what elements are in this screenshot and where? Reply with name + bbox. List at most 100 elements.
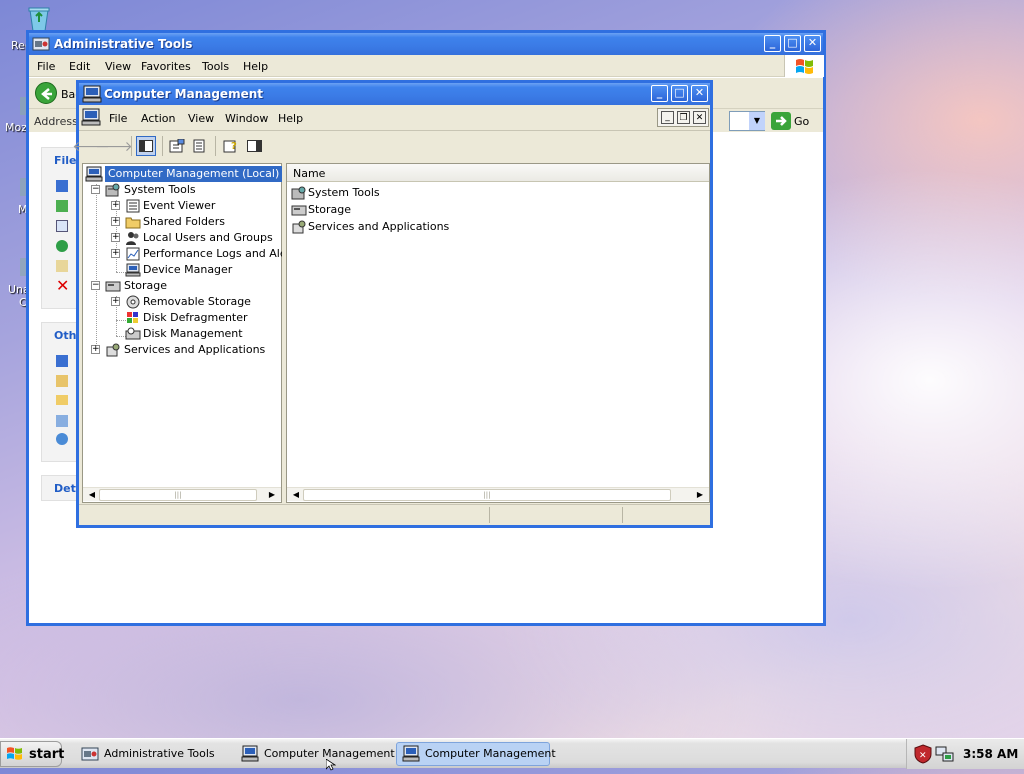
expand-toggle[interactable]: + bbox=[111, 201, 120, 210]
panel-heading[interactable]: File bbox=[54, 154, 77, 167]
tree-item-label[interactable]: Disk Management bbox=[143, 326, 243, 342]
recycle-bin-icon[interactable] bbox=[26, 4, 52, 32]
expand-toggle[interactable]: + bbox=[111, 297, 120, 306]
close-button[interactable]: ✕ bbox=[691, 85, 708, 102]
column-header-name[interactable]: Name bbox=[287, 164, 709, 182]
task-icon[interactable] bbox=[56, 180, 68, 192]
expand-toggle[interactable]: + bbox=[111, 233, 120, 242]
scroll-left-icon[interactable]: ◀ bbox=[86, 489, 98, 501]
tree-item-label[interactable]: Services and Applications bbox=[124, 342, 265, 358]
title-bar[interactable]: Administrative Tools _ □ ✕ bbox=[29, 33, 823, 55]
expand-toggle[interactable]: + bbox=[111, 217, 120, 226]
place-icon[interactable] bbox=[56, 355, 68, 367]
menu-window[interactable]: Window bbox=[225, 112, 268, 125]
forward-arrow-icon[interactable]: 🡒 bbox=[95, 136, 133, 156]
tree-item-label[interactable]: Performance Logs and Alerts bbox=[143, 246, 301, 262]
tree-item-label[interactable]: Shared Folders bbox=[143, 214, 225, 230]
scroll-right-icon[interactable]: ▶ bbox=[266, 489, 278, 501]
scroll-right-icon[interactable]: ▶ bbox=[694, 489, 706, 501]
minimize-button[interactable]: _ bbox=[764, 35, 781, 52]
task-icon[interactable] bbox=[56, 240, 68, 252]
taskbar-button-label: Computer Management bbox=[425, 747, 556, 760]
mmc-doc-icon[interactable] bbox=[81, 108, 101, 129]
folder-icon[interactable] bbox=[56, 395, 68, 405]
close-button[interactable]: ✕ bbox=[804, 35, 821, 52]
results-pane: Name System Tools Storage Services and A… bbox=[286, 163, 710, 503]
list-horizontal-scrollbar[interactable]: ◀ ||| ▶ bbox=[287, 487, 709, 501]
menu-file[interactable]: File bbox=[37, 60, 55, 73]
tree-item-label[interactable]: Disk Defragmenter bbox=[143, 310, 248, 326]
status-divider bbox=[622, 507, 623, 523]
tree-item-label[interactable]: Removable Storage bbox=[143, 294, 251, 310]
help-icon[interactable]: ? bbox=[221, 136, 241, 156]
go-button-label[interactable]: Go bbox=[794, 115, 809, 128]
scrollbar-thumb[interactable]: ||| bbox=[303, 489, 671, 501]
panel-heading[interactable]: Oth bbox=[54, 329, 76, 342]
tree-item-label[interactable]: Device Manager bbox=[143, 262, 232, 278]
security-shield-icon[interactable]: ✕ bbox=[913, 744, 933, 767]
menu-help[interactable]: Help bbox=[278, 112, 303, 125]
taskbar-button-label: Administrative Tools bbox=[104, 747, 215, 760]
system-tray: ✕ 3:58 AM bbox=[906, 739, 1024, 769]
scroll-left-icon[interactable]: ◀ bbox=[290, 489, 302, 501]
menu-tools[interactable]: Tools bbox=[202, 60, 229, 73]
tree-item-label[interactable]: Local Users and Groups bbox=[143, 230, 273, 246]
services-applications-icon bbox=[291, 219, 307, 240]
list-item-label[interactable]: Storage bbox=[308, 202, 351, 218]
mdi-restore-button[interactable]: ❐ bbox=[677, 111, 690, 124]
taskbar-button-computer-management-active[interactable]: Computer Management bbox=[396, 742, 556, 766]
delete-icon[interactable]: ✕ bbox=[56, 276, 69, 295]
taskbar-button-computer-management[interactable]: Computer Management bbox=[236, 742, 395, 766]
panel-heading[interactable]: Det bbox=[54, 482, 76, 495]
show-hide-action-pane-icon[interactable] bbox=[245, 136, 265, 156]
toolbar-separator bbox=[162, 136, 163, 156]
collapse-toggle[interactable]: − bbox=[91, 185, 100, 194]
network-icon[interactable] bbox=[56, 433, 68, 445]
tree-item-label[interactable]: Event Viewer bbox=[143, 198, 215, 214]
place-icon[interactable] bbox=[56, 375, 68, 387]
clock[interactable]: 3:58 AM bbox=[963, 747, 1018, 761]
expand-toggle[interactable]: + bbox=[111, 249, 120, 258]
task-icon[interactable] bbox=[56, 200, 68, 212]
maximize-button[interactable]: □ bbox=[671, 85, 688, 102]
task-icon[interactable] bbox=[56, 260, 68, 272]
go-arrow-icon[interactable] bbox=[771, 112, 791, 130]
tree-item-label[interactable]: Computer Management (Local) bbox=[105, 166, 283, 182]
collapse-toggle[interactable]: − bbox=[91, 281, 100, 290]
scrollbar-thumb[interactable]: ||| bbox=[99, 489, 257, 501]
show-hide-tree-icon[interactable] bbox=[136, 136, 156, 156]
place-icon[interactable] bbox=[56, 415, 68, 427]
toolbar-separator bbox=[215, 136, 216, 156]
menu-file[interactable]: File bbox=[109, 112, 127, 125]
taskbar-button-administrative-tools[interactable]: Administrative Tools bbox=[76, 742, 226, 766]
mdi-minimize-button[interactable]: _ bbox=[661, 111, 674, 124]
start-button[interactable]: start bbox=[0, 741, 64, 767]
back-icon[interactable] bbox=[35, 82, 57, 104]
menu-favorites[interactable]: Favorites bbox=[141, 60, 191, 73]
list-item-label[interactable]: System Tools bbox=[308, 185, 380, 201]
address-dropdown-button[interactable]: ▼ bbox=[749, 112, 765, 130]
window-title: Computer Management bbox=[104, 87, 263, 101]
properties-icon[interactable] bbox=[167, 136, 187, 156]
expand-toggle[interactable]: + bbox=[91, 345, 100, 354]
tree-horizontal-scrollbar[interactable]: ◀ ||| ▶ bbox=[83, 487, 281, 501]
menu-edit[interactable]: Edit bbox=[69, 60, 90, 73]
svg-text:?: ? bbox=[231, 141, 237, 152]
network-connection-icon[interactable] bbox=[935, 744, 955, 767]
mouse-cursor-icon bbox=[325, 758, 337, 774]
menu-action[interactable]: Action bbox=[141, 112, 175, 125]
tree-item-label[interactable]: System Tools bbox=[124, 182, 196, 198]
menu-view[interactable]: View bbox=[188, 112, 214, 125]
maximize-button[interactable]: □ bbox=[784, 35, 801, 52]
title-bar[interactable]: Computer Management _ □ ✕ bbox=[79, 83, 710, 105]
computer-management-window[interactable]: Computer Management _ □ ✕ File Action Vi… bbox=[72, 80, 713, 528]
list-item-label[interactable]: Services and Applications bbox=[308, 219, 449, 235]
menu-view[interactable]: View bbox=[105, 60, 131, 73]
minimize-button[interactable]: _ bbox=[651, 85, 668, 102]
menu-help[interactable]: Help bbox=[243, 60, 268, 73]
export-list-icon[interactable] bbox=[190, 136, 210, 156]
mdi-close-button[interactable]: ✕ bbox=[693, 111, 706, 124]
column-header-label: Name bbox=[293, 167, 326, 180]
tree-item-label[interactable]: Storage bbox=[124, 278, 167, 294]
task-icon[interactable] bbox=[56, 220, 68, 232]
